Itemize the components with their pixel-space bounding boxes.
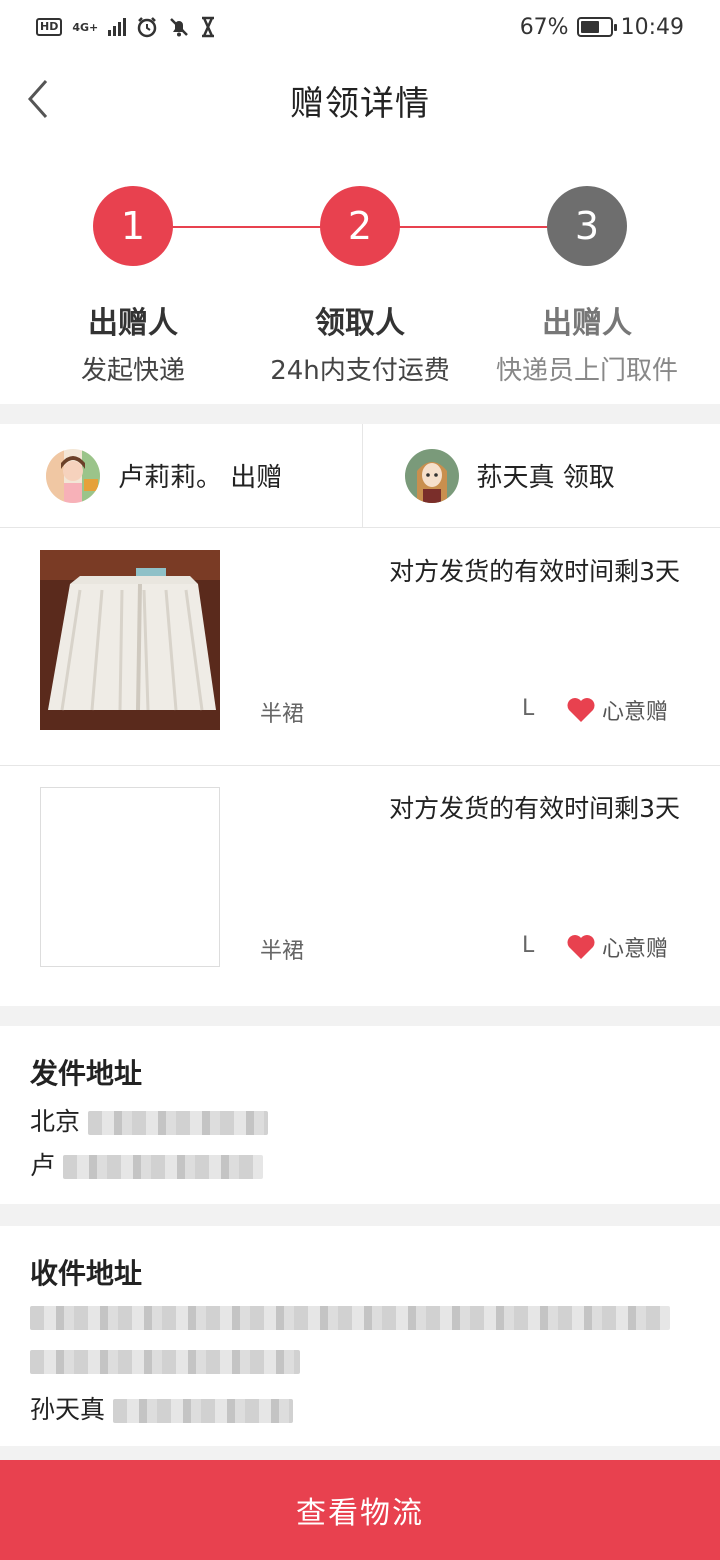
section-divider (0, 1446, 720, 1460)
item-time-left: 对方发货的有效时间剩3天 (389, 557, 680, 586)
hourglass-icon (202, 16, 215, 38)
sender-contact-text: 卢 (30, 1151, 56, 1180)
item-tag: 心意赠 (566, 931, 668, 963)
network-type: 4G+ (72, 20, 99, 34)
view-logistics-button[interactable]: 查看物流 (0, 1460, 720, 1560)
item-category: 半裙 (260, 702, 305, 727)
giver-label: 卢莉莉。 出赠 (118, 463, 283, 493)
alarm-icon (138, 17, 157, 38)
step-3-number: 3 (547, 186, 627, 266)
redacted-text (87, 1111, 268, 1135)
giver-cell[interactable]: 卢莉莉。 出赠 (0, 424, 362, 527)
step-1: 1 出赠人 发起快递 (23, 186, 243, 387)
sender-address-text: 北京 (30, 1107, 81, 1136)
step-3-subtitle: 快递员上门取件 (495, 356, 678, 386)
sender-address-section: 发件地址 北京 卢 (0, 1026, 720, 1204)
step-1-subtitle: 发起快递 (80, 356, 185, 386)
giver-avatar (46, 448, 100, 503)
status-bar: HD 4G+ 67% 10:49 (0, 0, 720, 54)
redacted-text (62, 1155, 263, 1179)
step-2-title: 领取人 (315, 306, 405, 341)
receiver-address-section: 收件地址 孙天真 (0, 1226, 720, 1446)
item-tag-label: 心意赠 (602, 937, 669, 962)
receiver-address-line (30, 1302, 690, 1336)
gift-item[interactable]: 对方发货的有效时间剩3天 半裙 L 心意赠 (0, 530, 720, 766)
nav-bar: 赠领详情 (0, 54, 720, 146)
chevron-left-icon (27, 80, 48, 118)
mute-icon (170, 18, 189, 37)
receiver-contact-text: 孙天真 (30, 1395, 106, 1424)
receiver-cell[interactable]: 荪天真 领取 (361, 424, 720, 527)
step-2-number: 2 (320, 186, 400, 266)
step-1-title: 出赠人 (88, 306, 178, 341)
step-1-number: 1 (93, 186, 173, 266)
heart-icon (567, 935, 595, 959)
hd-icon: HD (36, 18, 63, 36)
sender-contact-line: 卢 (30, 1146, 690, 1180)
item-tag-label: 心意赠 (602, 700, 669, 725)
item-category: 半裙 (260, 939, 305, 964)
sender-address-title: 发件地址 (30, 1057, 143, 1090)
receiver-contact-line: 孙天真 (30, 1390, 690, 1424)
receiver-address-line-2 (30, 1346, 690, 1380)
item-size: L (522, 933, 535, 958)
gift-item[interactable]: 对方发货的有效时间剩3天 半裙 L 心意赠 (0, 767, 720, 1003)
status-left: HD 4G+ (36, 16, 216, 38)
receiver-address-title: 收件地址 (30, 1257, 143, 1290)
sender-address-line: 北京 (30, 1102, 690, 1136)
status-right: 67% 10:49 (520, 15, 684, 40)
item-photo-placeholder (40, 787, 220, 967)
step-3: 3 出赠人 快递员上门取件 (477, 186, 697, 387)
battery-icon (576, 17, 617, 37)
battery-fill (580, 21, 600, 33)
page-title: 赠领详情 (290, 83, 430, 124)
section-divider (0, 1006, 720, 1026)
redacted-text (30, 1306, 670, 1330)
section-divider (0, 404, 720, 424)
receiver-avatar (404, 448, 459, 503)
redacted-text (30, 1350, 300, 1374)
section-divider (0, 1204, 720, 1226)
heart-icon (567, 698, 595, 722)
users-row: 卢莉莉。 出赠 荪天真 领取 (0, 424, 720, 528)
item-time-left: 对方发货的有效时间剩3天 (389, 794, 680, 823)
item-divider (0, 765, 720, 766)
receiver-label: 荪天真 领取 (476, 463, 615, 493)
signal-icon (108, 18, 127, 36)
step-indicator: 1 出赠人 发起快递 2 领取人 24h内支付运费 3 出赠人 快递员上门取件 (0, 146, 720, 404)
clock: 10:49 (620, 14, 684, 40)
step-3-title: 出赠人 (542, 306, 632, 341)
back-button[interactable] (18, 76, 58, 122)
item-tag: 心意赠 (566, 694, 668, 726)
step-2: 2 领取人 24h内支付运费 (250, 186, 470, 387)
item-photo (40, 550, 220, 730)
item-size: L (522, 696, 535, 721)
redacted-text (112, 1399, 293, 1423)
step-2-subtitle: 24h内支付运费 (270, 356, 450, 386)
battery-percent: 67% (519, 14, 569, 40)
